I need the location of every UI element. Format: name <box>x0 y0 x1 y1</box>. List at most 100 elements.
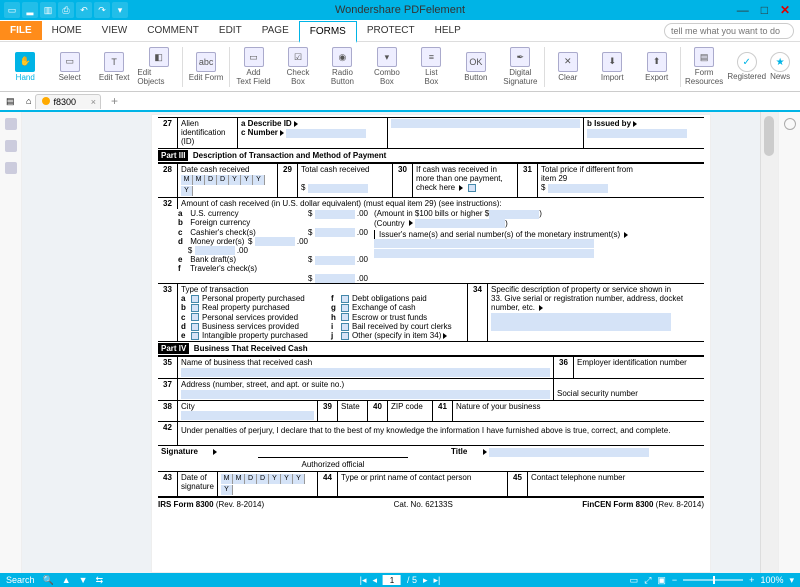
form-checkbox[interactable] <box>341 313 349 321</box>
digital-signature-tool[interactable]: ✒Digital Signature <box>499 44 541 90</box>
close-button[interactable]: ✕ <box>780 3 790 17</box>
menu-home[interactable]: HOME <box>42 21 92 40</box>
import-tool[interactable]: ⬇Import <box>591 44 633 90</box>
status-search[interactable]: Search <box>6 575 35 585</box>
first-page-icon[interactable]: |◂ <box>360 575 367 586</box>
date-digit[interactable]: Y <box>241 175 253 185</box>
document-tab[interactable]: f8300× <box>35 94 101 109</box>
date-digit[interactable]: D <box>245 474 257 484</box>
combo-box-tool[interactable]: ▾Combo Box <box>366 44 408 90</box>
form-input[interactable] <box>587 129 687 138</box>
last-page-icon[interactable]: ▸| <box>434 575 441 586</box>
form-input[interactable] <box>391 119 580 128</box>
document-viewport[interactable]: 27 Alienidentification (ID) a Describe I… <box>22 112 760 573</box>
qat-more-icon[interactable]: ▾ <box>112 2 128 18</box>
menu-comment[interactable]: COMMENT <box>137 21 209 40</box>
news-button[interactable]: ★News <box>770 52 790 81</box>
export-tool[interactable]: ⬆Export <box>635 44 677 90</box>
page-input[interactable] <box>383 575 401 585</box>
qat-open-icon[interactable]: ▂ <box>22 2 38 18</box>
bookmarks-icon[interactable] <box>5 118 17 130</box>
form-input[interactable] <box>255 237 295 246</box>
prev-page-icon[interactable]: ◂ <box>372 575 377 586</box>
scrollbar-thumb[interactable] <box>764 116 774 156</box>
zoom-out-icon[interactable]: − <box>672 575 677 585</box>
form-input[interactable] <box>374 249 594 258</box>
form-input[interactable] <box>415 219 505 228</box>
new-tab-button[interactable]: + <box>105 94 124 108</box>
form-checkbox[interactable] <box>191 323 199 331</box>
form-input[interactable] <box>181 368 550 377</box>
fit-page-icon[interactable]: ▣ <box>657 575 666 586</box>
radio-button-tool[interactable]: ◉Radio Button <box>321 44 363 90</box>
edit-form-tool[interactable]: abcEdit Form <box>185 44 227 90</box>
nav-down-icon[interactable]: ▼ <box>79 575 88 585</box>
date-digit[interactable]: D <box>257 474 269 484</box>
zoom-slider[interactable] <box>683 579 743 581</box>
form-checkbox[interactable] <box>191 332 199 340</box>
form-resources-tool[interactable]: ▤Form Resources <box>683 44 725 90</box>
form-input[interactable] <box>315 210 355 219</box>
form-checkbox[interactable] <box>191 295 199 303</box>
gear-icon[interactable] <box>784 118 796 130</box>
next-page-icon[interactable]: ▸ <box>423 575 428 586</box>
form-checkbox[interactable] <box>191 304 199 312</box>
form-input[interactable] <box>286 129 366 138</box>
find-icon[interactable]: 🔍 <box>43 575 54 586</box>
menu-protect[interactable]: PROTECT <box>357 21 425 40</box>
button-tool[interactable]: OKButton <box>455 44 497 90</box>
date-digit[interactable]: M <box>233 474 245 484</box>
fit-width-icon[interactable]: ⤢ <box>644 575 651 586</box>
zoom-in-icon[interactable]: + <box>749 575 754 585</box>
date-digit[interactable]: D <box>205 175 217 185</box>
nav-up-icon[interactable]: ▲ <box>62 575 71 585</box>
menu-view[interactable]: VIEW <box>92 21 138 40</box>
add-text-field-tool[interactable]: ▭Add Text Field <box>232 44 274 90</box>
edit-objects-tool[interactable]: ◧Edit Objects <box>137 44 179 90</box>
form-checkbox[interactable] <box>341 323 349 331</box>
menu-help[interactable]: HELP <box>425 21 471 40</box>
date-digit[interactable]: Y <box>221 485 233 495</box>
thumbnails-panel-icon[interactable] <box>5 140 17 152</box>
date-digit[interactable]: M <box>221 474 233 484</box>
form-input[interactable] <box>315 228 355 237</box>
check-box-tool[interactable]: ☑Check Box <box>277 44 319 90</box>
date-digit[interactable]: Y <box>293 474 305 484</box>
qat-save-icon[interactable]: ▥ <box>40 2 56 18</box>
menu-forms[interactable]: FORMS <box>299 21 357 43</box>
form-checkbox[interactable] <box>468 184 476 192</box>
date-digit[interactable]: Y <box>269 474 281 484</box>
menu-edit[interactable]: EDIT <box>209 21 252 40</box>
date-digit[interactable]: Y <box>253 175 265 185</box>
form-input[interactable] <box>308 184 368 193</box>
form-input[interactable] <box>181 390 550 399</box>
form-input[interactable] <box>315 256 355 265</box>
form-input[interactable] <box>374 239 594 248</box>
menu-page[interactable]: PAGE <box>252 21 299 40</box>
qat-icon[interactable]: ▭ <box>4 2 20 18</box>
date-digit[interactable]: Y <box>229 175 241 185</box>
form-input[interactable] <box>548 184 608 193</box>
qat-redo-icon[interactable]: ↷ <box>94 2 110 18</box>
vertical-scrollbar[interactable] <box>760 112 778 573</box>
form-input[interactable] <box>181 411 314 420</box>
minimize-button[interactable]: — <box>737 3 749 17</box>
form-input[interactable] <box>489 210 539 219</box>
toggle-icon[interactable]: ⇆ <box>96 575 104 586</box>
form-checkbox[interactable] <box>341 304 349 312</box>
registered-button[interactable]: ✓Registered <box>727 52 766 81</box>
attachments-icon[interactable] <box>5 162 17 174</box>
help-search-input[interactable] <box>664 23 794 39</box>
select-tool[interactable]: ▭Select <box>48 44 90 90</box>
clear-tool[interactable]: ✕Clear <box>547 44 589 90</box>
date-digit[interactable]: M <box>193 175 205 185</box>
form-input[interactable] <box>315 274 355 283</box>
edit-text-tool[interactable]: TEdit Text <box>93 44 135 90</box>
thumbnails-icon[interactable]: ▤ <box>6 96 15 107</box>
form-input[interactable] <box>489 448 649 457</box>
form-input[interactable] <box>491 313 671 322</box>
list-box-tool[interactable]: ≡List Box <box>410 44 452 90</box>
home-tab-icon[interactable]: ⌂ <box>26 96 31 106</box>
zoom-dropdown-icon[interactable]: ▾ <box>789 575 794 586</box>
form-checkbox[interactable] <box>341 332 349 340</box>
